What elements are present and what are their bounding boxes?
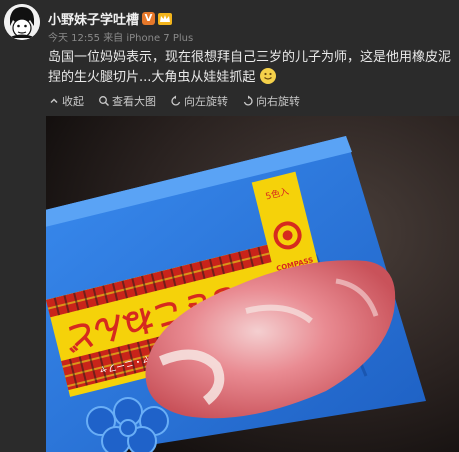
- rotate-left-label: 向左旋转: [184, 95, 228, 108]
- member-crown-icon: [158, 12, 173, 25]
- rotate-left-icon: [171, 95, 181, 106]
- collapse-label: 收起: [62, 95, 84, 108]
- collapse-icon: [50, 98, 58, 103]
- author-line: 小野妹子学吐槽 V: [48, 9, 173, 28]
- rotate-right-button[interactable]: 向右旋转: [242, 93, 300, 109]
- verified-badge-icon: V: [142, 12, 156, 25]
- post-text-block: 岛国一位妈妈表示，现在很想拜自己三岁的儿子为师，这是他用橡皮泥捏的生火腿切片..…: [48, 48, 452, 88]
- photo-illustration: こむぎこねんど ふしぎフィーター・スターヤ・ニーフャ COMPASS 5色入: [46, 116, 459, 452]
- grin-emoji-icon: [259, 68, 276, 84]
- post-photo[interactable]: こむぎこねんど ふしぎフィーター・スターヤ・ニーフャ COMPASS 5色入: [46, 116, 459, 452]
- rotate-right-label: 向右旋转: [256, 95, 300, 108]
- avatar[interactable]: [4, 4, 40, 40]
- rotate-left-button[interactable]: 向左旋转: [170, 93, 228, 109]
- zoom-icon: [99, 96, 109, 106]
- post-time[interactable]: 今天 12:55: [48, 33, 100, 44]
- rotate-right-icon: [243, 95, 253, 106]
- view-large-button[interactable]: 查看大图: [98, 93, 156, 109]
- avatar-cartoon-face-icon: [4, 4, 40, 40]
- view-large-label: 查看大图: [112, 95, 156, 108]
- post-source[interactable]: 来自 iPhone 7 Plus: [103, 33, 193, 44]
- collapse-button[interactable]: 收起: [48, 93, 84, 109]
- author-name[interactable]: 小野妹子学吐槽: [48, 9, 139, 28]
- image-toolbar: 收起 查看大图 向左旋转 向右旋转: [48, 93, 300, 109]
- post-text: 岛国一位妈妈表示，现在很想拜自己三岁的儿子为师，这是他用橡皮泥捏的生火腿切片..…: [48, 50, 452, 85]
- post-meta: 今天 12:55 来自 iPhone 7 Plus: [48, 29, 193, 44]
